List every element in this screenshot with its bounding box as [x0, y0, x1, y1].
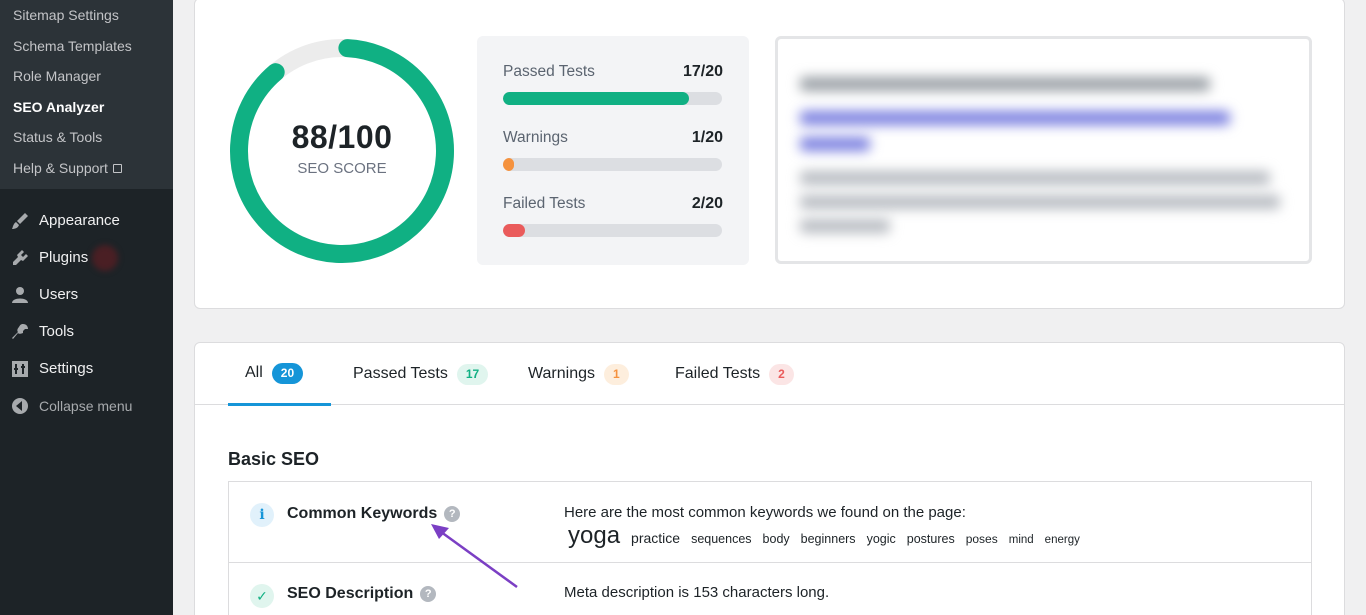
- result-row-common-keywords: i Common Keywords ? Here are the most co…: [229, 482, 1311, 563]
- admin-sidebar: Sitemap Settings Schema Templates Role M…: [0, 0, 173, 615]
- blurred-text-line: [800, 171, 1270, 185]
- tab-count-badge: 1: [603, 363, 629, 385]
- keyword-tag: postures: [906, 532, 955, 546]
- submenu-item-sitemap-settings[interactable]: Sitemap Settings: [0, 0, 173, 31]
- plugin-update-badge: [92, 244, 119, 271]
- tab-count-badge: 17: [456, 363, 489, 385]
- user-icon: [10, 285, 30, 305]
- keyword-tag: yogic: [866, 532, 896, 546]
- external-link-icon: [112, 163, 122, 173]
- menu-label-tools: Tools: [39, 323, 75, 340]
- tab-warnings[interactable]: Warnings 1: [528, 343, 629, 405]
- menu-label-appearance: Appearance: [39, 212, 120, 229]
- result-row-seo-description: ✓ SEO Description ? Meta description is …: [229, 563, 1311, 615]
- submenu-item-role-manager[interactable]: Role Manager: [0, 61, 173, 92]
- stat-label: Warnings: [503, 129, 568, 146]
- menu-item-tools[interactable]: Tools: [0, 313, 173, 350]
- blurred-text-line: [800, 195, 1280, 209]
- settings-icon: [10, 359, 30, 379]
- stat-label: Failed Tests: [503, 195, 586, 212]
- help-question-icon[interactable]: ?: [444, 506, 461, 522]
- stat-progress-fill: [503, 224, 525, 237]
- stat-warnings: Warnings 1/20: [503, 102, 723, 171]
- submenu-item-help-support[interactable]: Help & Support: [0, 153, 173, 184]
- menu-label-settings: Settings: [39, 360, 94, 377]
- keyword-tag: sequences: [691, 532, 752, 546]
- keyword-tag: energy: [1044, 534, 1080, 546]
- result-description: Meta description is 153 characters long.: [564, 584, 830, 601]
- analysis-results-card: All 20 Passed Tests 17 Warnings 1 Failed…: [194, 342, 1345, 615]
- tab-label: Failed Tests: [675, 365, 761, 382]
- info-icon: i: [250, 503, 274, 527]
- result-title-text: Common Keywords: [287, 505, 438, 522]
- menu-label-plugins: Plugins: [39, 249, 89, 266]
- result-title: SEO Description ?: [287, 585, 437, 603]
- submenu-item-seo-analyzer[interactable]: SEO Analyzer: [0, 92, 173, 123]
- tab-label: Passed Tests: [353, 365, 448, 382]
- stat-failed: Failed Tests 2/20: [503, 168, 723, 237]
- submenu-item-status-tools[interactable]: Status & Tools: [0, 122, 173, 153]
- stat-value: 17/20: [682, 63, 723, 80]
- keyword-tag: beginners: [800, 532, 856, 546]
- tab-count-badge: 2: [769, 363, 794, 385]
- result-title: Common Keywords ?: [287, 505, 461, 523]
- wrench-icon: [10, 322, 30, 342]
- score-label: SEO SCORE: [297, 160, 387, 177]
- collapse-menu-button[interactable]: Collapse menu: [0, 387, 173, 424]
- score-text: 88/100 SEO SCORE: [227, 119, 457, 177]
- collapse-icon: [10, 396, 30, 416]
- blurred-text-line: [800, 77, 1210, 91]
- result-description: Here are the most common keywords we fou…: [564, 504, 966, 521]
- results-table: i Common Keywords ? Here are the most co…: [228, 481, 1312, 615]
- keyword-tag: mind: [1008, 534, 1034, 546]
- tab-count-badge: 20: [271, 362, 304, 384]
- stat-progress-bar: [503, 224, 722, 237]
- keyword-tag: poses: [965, 532, 998, 546]
- menu-label-collapse: Collapse menu: [39, 397, 133, 414]
- menu-item-settings[interactable]: Settings: [0, 350, 173, 387]
- stat-passed: Passed Tests 17/20: [503, 36, 723, 105]
- section-title: Basic SEO: [228, 449, 320, 469]
- stat-value: 1/20: [691, 129, 723, 146]
- submenu-item-schema-templates[interactable]: Schema Templates: [0, 31, 173, 62]
- menu-label-users: Users: [39, 286, 79, 303]
- menu-item-plugins[interactable]: Plugins: [0, 239, 173, 276]
- menu-item-users[interactable]: Users: [0, 276, 173, 313]
- blurred-text-line: [800, 219, 890, 233]
- tab-label: Warnings: [528, 365, 595, 382]
- tab-all[interactable]: All 20: [228, 343, 331, 406]
- blurred-link-line: [800, 111, 1230, 125]
- help-support-label: Help & Support: [13, 159, 108, 176]
- stat-label: Passed Tests: [503, 63, 595, 80]
- keyword-tag: yoga: [568, 522, 621, 549]
- keyword-cloud: yoga practice sequences body beginners yogic p…: [568, 522, 1091, 550]
- plugin-icon: [10, 248, 30, 268]
- score-value: 88/100: [291, 119, 393, 155]
- tab-passed-tests[interactable]: Passed Tests 17: [353, 343, 489, 405]
- stat-value: 2/20: [691, 195, 723, 212]
- check-icon: ✓: [250, 584, 274, 608]
- tab-failed-tests[interactable]: Failed Tests 2: [675, 343, 794, 405]
- tab-label: All: [245, 364, 263, 381]
- keyword-tag: body: [762, 532, 790, 546]
- menu-item-appearance[interactable]: Appearance: [0, 202, 173, 239]
- help-question-icon[interactable]: ?: [420, 586, 437, 602]
- keyword-tag: practice: [631, 530, 681, 546]
- paintbrush-icon: [10, 211, 30, 231]
- rank-math-submenu: Sitemap Settings Schema Templates Role M…: [0, 0, 173, 189]
- results-tabs: All 20 Passed Tests 17 Warnings 1 Failed…: [195, 343, 1344, 406]
- result-title-text: SEO Description: [287, 585, 414, 602]
- test-stats-box: Passed Tests 17/20 Warnings 1/20 Failed …: [477, 36, 749, 265]
- blurred-link-line: [800, 137, 870, 151]
- seo-score-card: 88/100 SEO SCORE Passed Tests 17/20 Warn…: [194, 0, 1345, 309]
- blurred-preview-panel: [775, 36, 1312, 264]
